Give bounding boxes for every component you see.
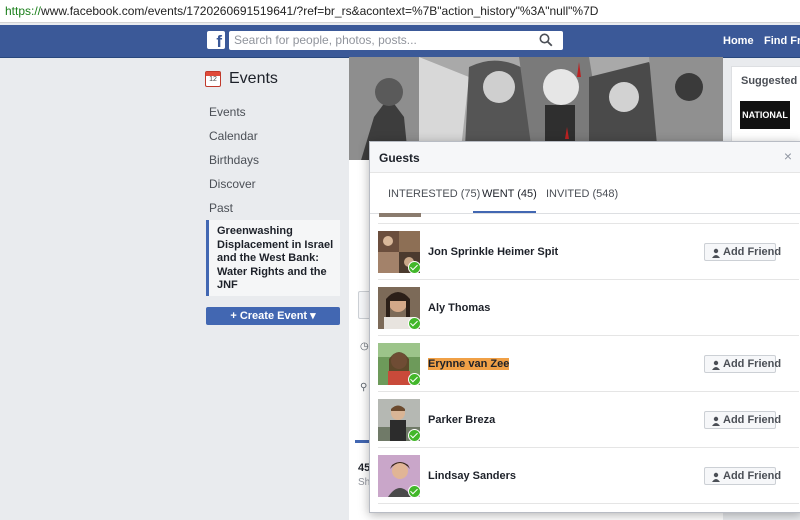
suggested-events-label: Suggested Ev <box>741 75 800 87</box>
guest-avatar[interactable] <box>378 231 420 273</box>
sidebar-item-past[interactable]: Past <box>209 201 233 215</box>
guest-name[interactable]: Jon Sprinkle Heimer Spit <box>428 246 558 258</box>
sidebar-item-calendar[interactable]: Calendar <box>209 129 258 143</box>
search-input[interactable] <box>234 33 529 47</box>
clock-icon: ◷ <box>360 341 369 352</box>
search-icon[interactable] <box>539 33 553 47</box>
divider <box>378 391 799 392</box>
divider <box>378 503 799 504</box>
add-friend-button[interactable]: Add Friend <box>704 467 781 485</box>
add-friend-label: Add Friend <box>723 414 782 426</box>
guest-name[interactable]: Parker Breza <box>428 414 495 426</box>
close-icon[interactable]: × <box>784 148 792 164</box>
divider <box>378 335 799 336</box>
events-title: Events <box>229 70 278 87</box>
tab-interested[interactable]: INTERESTED (75) <box>388 188 480 200</box>
add-friend-button[interactable]: Add Friend <box>704 355 781 373</box>
guest-avatar[interactable] <box>378 343 420 385</box>
add-friend-label: Add Friend <box>723 470 782 482</box>
guest-name[interactable]: Lindsay Sanders <box>428 470 516 482</box>
guest-avatar[interactable] <box>378 455 420 497</box>
guest-name[interactable]: Aly Thomas <box>428 302 490 314</box>
dialog-title: Guests <box>379 151 420 165</box>
browser-url-bar[interactable]: https://www.facebook.com/events/17202606… <box>0 0 800 23</box>
sidebar-item-discover[interactable]: Discover <box>209 177 256 191</box>
nav-home-link[interactable]: Home <box>723 35 754 47</box>
guest-name-highlighted[interactable]: Erynne van Zee <box>428 358 510 370</box>
sidebar-item-birthdays[interactable]: Birthdays <box>209 153 259 167</box>
divider <box>378 279 799 280</box>
add-person-icon <box>712 360 720 370</box>
url-text[interactable]: https://www.facebook.com/events/17202606… <box>5 4 598 18</box>
location-pin-icon: ⚲ <box>360 382 368 393</box>
went-check-icon <box>408 485 420 497</box>
url-path: www.facebook.com/events/1720260691519641… <box>41 4 599 18</box>
add-person-icon <box>712 472 720 482</box>
add-friend-label: Add Friend <box>723 246 782 258</box>
went-check-icon <box>408 261 420 273</box>
selected-tab-indicator <box>473 211 536 213</box>
sidebar-active-event[interactable]: Greenwashing Displacement in Israel and … <box>206 220 340 296</box>
add-person-icon <box>712 248 720 258</box>
add-friend-button[interactable]: Add Friend <box>704 411 781 429</box>
facebook-logo-icon[interactable]: f <box>207 31 225 49</box>
active-event-title: Greenwashing Displacement in Israel and … <box>217 225 334 291</box>
add-friend-button[interactable]: Add Friend <box>704 243 781 261</box>
tab-invited[interactable]: INVITED (548) <box>546 188 618 200</box>
search-box[interactable] <box>229 31 563 50</box>
sidebar-item-events[interactable]: Events <box>209 105 246 119</box>
avatar-partial <box>379 213 421 217</box>
nav-find-friends-link[interactable]: Find Frie <box>764 35 800 47</box>
tab-went[interactable]: WENT (45) <box>482 188 537 200</box>
dialog-header: Guests × <box>370 142 800 173</box>
went-check-icon <box>408 429 420 441</box>
divider <box>378 447 799 448</box>
calendar-icon: 12 <box>205 71 221 87</box>
url-scheme: https:// <box>5 4 42 18</box>
went-check-icon <box>408 373 420 385</box>
add-person-icon <box>712 416 720 426</box>
guest-avatar[interactable] <box>378 399 420 441</box>
guest-avatar[interactable] <box>378 287 420 329</box>
guest-tabs: INTERESTED (75) WENT (45) INVITED (548) <box>370 173 800 214</box>
guests-dialog: Guests × INTERESTED (75) WENT (45) INVIT… <box>369 141 800 513</box>
suggested-event-thumbnail[interactable]: NATIONAL <box>740 101 790 129</box>
divider <box>378 223 799 224</box>
facebook-top-bar: f Home Find Frie <box>0 25 800 58</box>
went-check-icon <box>408 317 420 329</box>
create-event-button[interactable]: + Create Event ▾ <box>206 307 340 325</box>
add-friend-label: Add Friend <box>723 358 782 370</box>
